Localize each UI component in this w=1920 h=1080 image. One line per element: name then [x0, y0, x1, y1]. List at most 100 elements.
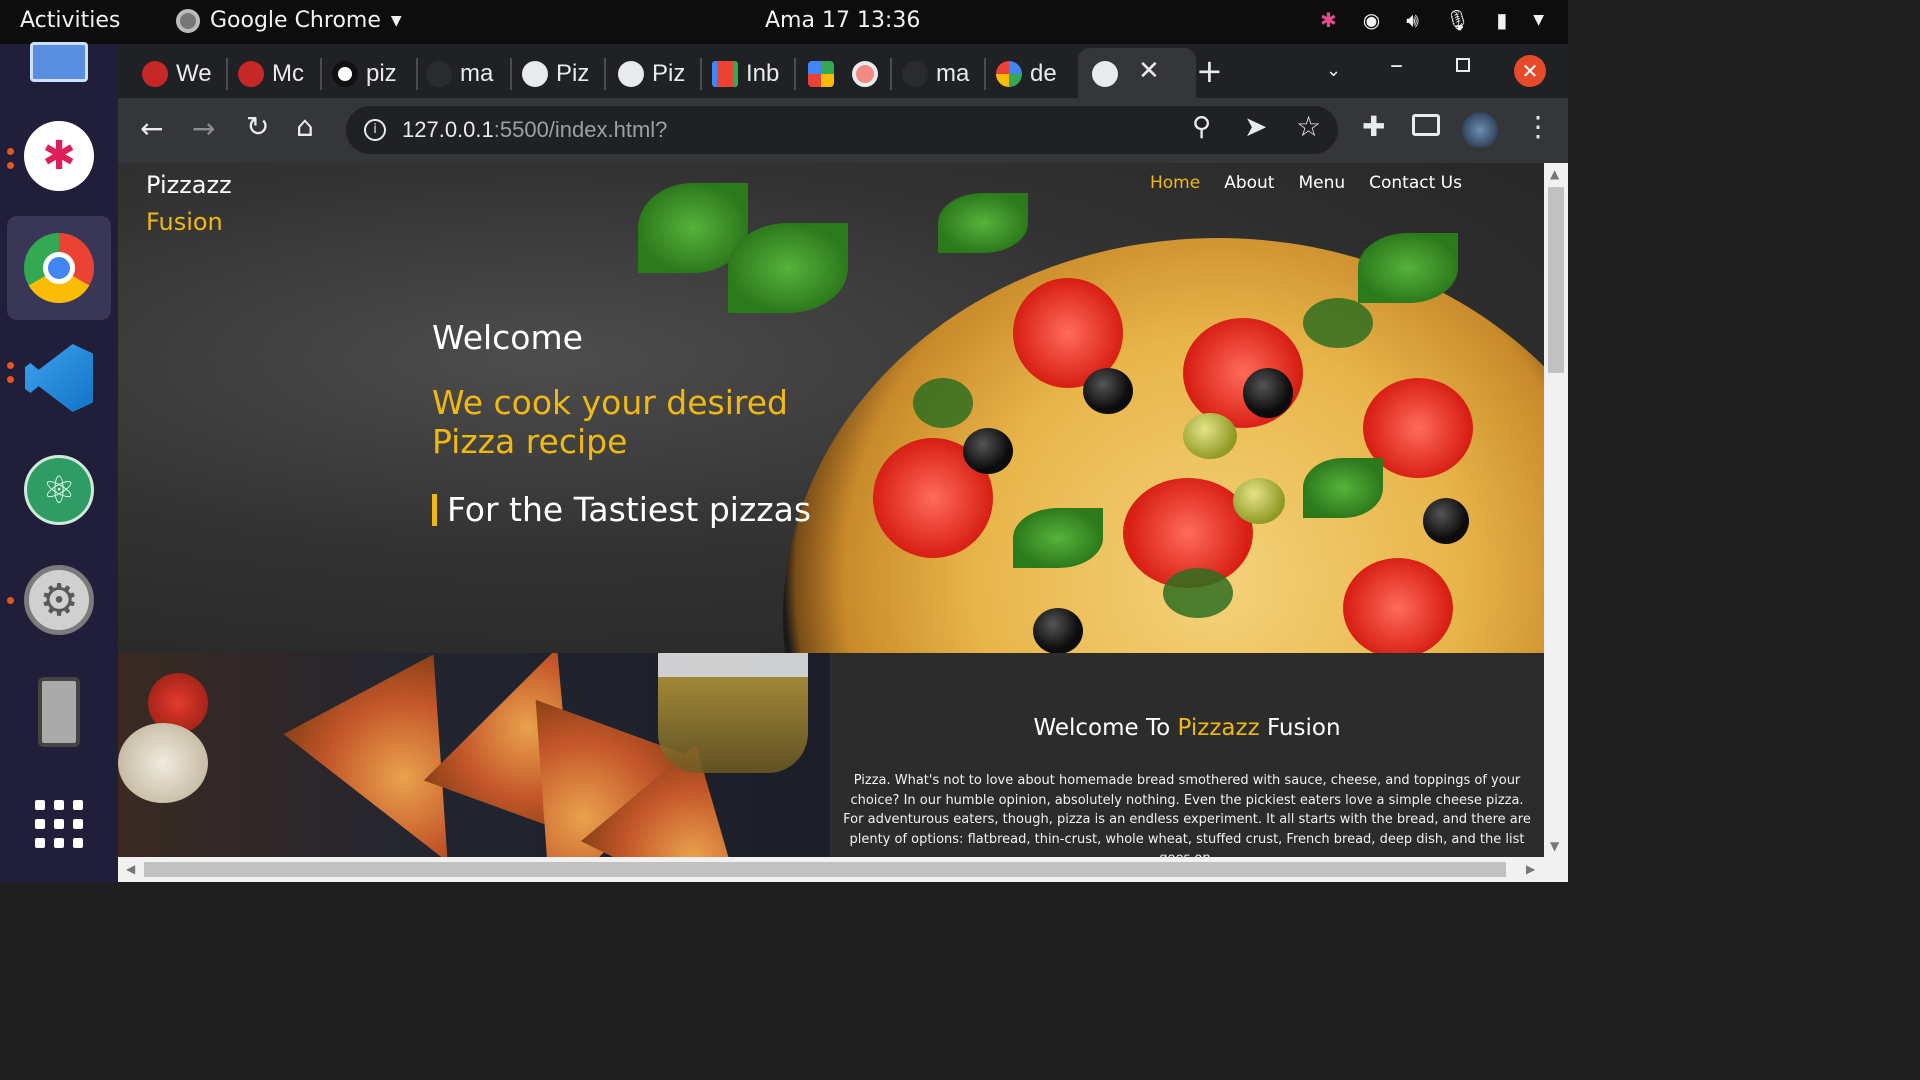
globe-icon	[522, 61, 548, 87]
battery-icon[interactable]: ▮	[1496, 8, 1507, 32]
system-tray[interactable]: ✱ ◉ 🔊︎ 🎙︎ ▮ ▼	[1320, 8, 1544, 32]
logo-line-2: Fusion	[146, 208, 223, 236]
tab[interactable]: ma	[426, 54, 493, 94]
green-olive	[1183, 413, 1237, 459]
tab-separator	[794, 58, 796, 90]
url-text[interactable]: 127.0.0.1:5500/index.html?	[402, 117, 667, 143]
tab[interactable]: de	[996, 54, 1057, 94]
nav-about[interactable]: About	[1224, 173, 1274, 193]
dock-item-slack[interactable]: ✱	[7, 104, 111, 208]
tab-separator	[700, 58, 702, 90]
scroll-right-icon[interactable]: ▶	[1526, 862, 1535, 876]
back-arrow-icon[interactable]: ←	[140, 112, 163, 145]
tab[interactable]: Mc	[238, 54, 304, 94]
tab-separator	[416, 58, 418, 90]
dock: ✱ ⚛ ⚙	[0, 42, 118, 882]
dock-item-text-editor[interactable]	[7, 10, 111, 114]
tab-title: ma	[460, 60, 494, 87]
atom-icon: ⚛	[24, 455, 94, 525]
basil-leaf	[1358, 233, 1458, 303]
asterisk-red-icon	[238, 61, 264, 87]
close-window-icon[interactable]: ✕	[1514, 55, 1546, 87]
tab[interactable]: We	[142, 54, 212, 94]
vertical-scroll-thumb[interactable]	[1548, 187, 1564, 373]
google-icon	[996, 61, 1022, 87]
tab-separator	[984, 58, 986, 90]
about-title-brand: Pizzazz	[1177, 715, 1260, 741]
dock-item-settings[interactable]: ⚙	[7, 548, 111, 652]
send-icon[interactable]: ➤	[1244, 110, 1267, 143]
basil-leaf	[1013, 508, 1103, 568]
scroll-left-icon[interactable]: ◀	[126, 862, 135, 876]
app-name: Google Chrome	[210, 8, 381, 33]
tab[interactable]: Piz	[522, 54, 589, 94]
phone-icon	[38, 677, 80, 747]
typed-text: For the Tastiest pizzas	[447, 490, 812, 529]
tab[interactable]	[852, 54, 878, 94]
herb	[1303, 298, 1373, 348]
extensions-puzzle-icon[interactable]: ✚	[1362, 110, 1385, 143]
bookmark-star-icon[interactable]: ☆	[1296, 110, 1321, 143]
olive	[1083, 368, 1133, 414]
scroll-up-icon[interactable]: ▲	[1550, 167, 1559, 181]
dock-item-chrome[interactable]	[7, 216, 111, 320]
tab-search-chevron-icon[interactable]: ⌄	[1326, 60, 1341, 81]
basil-leaf	[938, 193, 1028, 253]
microphone-icon[interactable]: 🎙︎	[1445, 8, 1470, 32]
tab-title: Piz	[652, 60, 686, 87]
settings-gear-icon: ⚙	[24, 565, 94, 635]
site-logo[interactable]: Pizzazz Fusion	[146, 167, 232, 241]
forward-arrow-icon[interactable]: →	[192, 112, 215, 145]
clock[interactable]: Ama 17 13:36	[765, 8, 920, 33]
close-tab-icon[interactable]: ✕	[1138, 56, 1160, 86]
vertical-scrollbar[interactable]: ▲ ▼	[1544, 163, 1568, 857]
system-top-bar: Activities Google Chrome ▼ Ama 17 13:36 …	[0, 0, 1568, 44]
hero-typed-text: For the Tastiest pizzas	[432, 490, 811, 529]
nav-menu[interactable]: Menu	[1298, 173, 1345, 193]
address-bar[interactable]: i 127.0.0.1:5500/index.html? ⚲ ➤ ☆	[346, 106, 1338, 154]
nav-home[interactable]: Home	[1150, 173, 1200, 193]
kebab-menu-icon[interactable]: ⋮	[1524, 110, 1552, 143]
dock-item-atom[interactable]: ⚛	[7, 438, 111, 542]
meet-icon	[808, 61, 834, 87]
tab[interactable]: ma	[902, 54, 969, 94]
slack-tray-icon[interactable]: ✱	[1320, 8, 1337, 32]
scroll-down-icon[interactable]: ▼	[1550, 839, 1559, 853]
tab-title: Inb	[746, 60, 780, 87]
record-icon	[852, 61, 878, 87]
wifi-icon[interactable]: ◉	[1363, 8, 1380, 32]
about-title-pre: Welcome To	[1033, 715, 1178, 741]
home-icon[interactable]: ⌂	[296, 110, 314, 143]
new-tab-icon[interactable]: +	[1196, 52, 1223, 90]
gmail-icon	[712, 61, 738, 87]
tab[interactable]: piz	[332, 54, 397, 94]
horizontal-scroll-thumb[interactable]	[144, 862, 1506, 877]
info-icon[interactable]: i	[364, 119, 386, 141]
active-tab[interactable]: ✕	[1078, 48, 1196, 98]
dock-item-phone[interactable]	[7, 660, 111, 764]
volume-icon[interactable]: 🔊︎	[1406, 8, 1419, 32]
chevron-down-icon[interactable]: ▼	[1533, 12, 1544, 28]
garlic	[118, 723, 208, 803]
hero-welcome: Welcome	[432, 318, 583, 357]
dock-item-vscode[interactable]	[7, 326, 111, 430]
tab-strip: We Mc piz ma Piz Piz Inb ma de ✕ + ⌄ – ✕	[118, 44, 1568, 98]
profile-avatar[interactable]	[1462, 112, 1498, 148]
tab-separator	[320, 58, 322, 90]
nav-contact[interactable]: Contact Us	[1369, 173, 1462, 193]
restore-icon[interactable]	[1456, 58, 1470, 72]
tab[interactable]	[808, 54, 834, 94]
tab[interactable]: Piz	[618, 54, 685, 94]
show-applications-button[interactable]	[7, 772, 111, 876]
tab-title: Mc	[272, 60, 304, 87]
minimize-icon[interactable]: –	[1390, 50, 1403, 80]
tab[interactable]: Inb	[712, 54, 779, 94]
tomato-slice	[1183, 318, 1303, 428]
app-menu[interactable]: Google Chrome ▼	[176, 8, 402, 33]
github-icon	[426, 61, 452, 87]
reload-icon[interactable]: ↻	[246, 110, 269, 143]
horizontal-scrollbar[interactable]: ◀ ▶	[118, 857, 1568, 882]
cast-icon[interactable]	[1412, 114, 1440, 136]
zoom-icon[interactable]: ⚲	[1192, 112, 1211, 142]
globe-icon	[618, 61, 644, 87]
